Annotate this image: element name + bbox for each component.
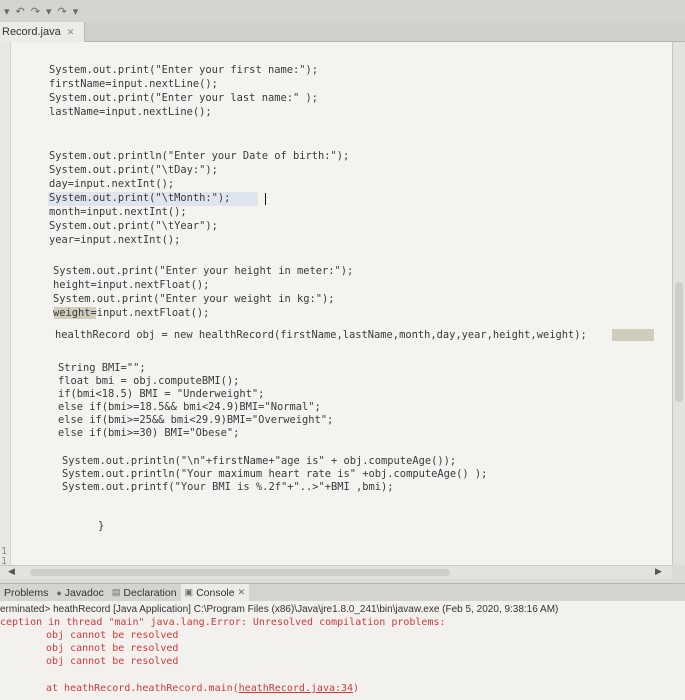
console-stack-trace: at heathRecord.heathRecord.main(heathRec… [46,683,359,695]
code-line: healthRecord obj = new healthRecord(firs… [55,329,587,341]
javadoc-icon: ● [56,587,62,598]
editor-tab-bar: Record.java ✕ [0,22,685,42]
forward-icon[interactable]: ↷ [31,5,40,18]
tab-problems[interactable]: Problems [0,584,52,602]
tab-javadoc[interactable]: ● Javadoc [52,584,108,602]
code-line: System.out.print("Enter your weight in k… [53,293,335,305]
dropdown-arrow-icon[interactable]: ▾ [4,5,10,18]
console-error-line: obj cannot be resolved [46,643,179,654]
close-icon[interactable]: ✕ [238,587,246,598]
stack-trace-text: at heathRecord.heathRecord.main( [46,683,239,694]
horizontal-scrollbar[interactable]: ◀ ▶ [0,565,672,579]
scroll-left-icon[interactable]: ◀ [8,566,15,577]
tab-declaration[interactable]: ▤ Declaration [108,584,181,602]
code-line: System.out.printf("Your BMI is %.2f"+"..… [62,481,394,493]
back-icon[interactable]: ↶ [16,5,25,18]
tab-problems-label: Problems [4,586,49,599]
code-line: firstName=input.nextLine(); [49,78,218,90]
tab-console-label: Console [196,586,235,599]
code-line: System.out.print("Enter your last name:"… [49,92,318,104]
scrollbar-thumb[interactable] [30,569,450,576]
dropdown-arrow-icon[interactable]: ▾ [46,5,52,18]
code-line: month=input.nextInt(); [49,206,187,218]
code-line: System.out.print("Enter your first name:… [49,64,318,76]
line-number: 1 [1,556,8,565]
tab-console[interactable]: ▣ Console ✕ [180,583,250,602]
code-line: else if(bmi>=25&& bmi<29.9)BMI="Overweig… [58,414,334,426]
tab-javadoc-label: Javadoc [64,586,104,599]
code-line: else if(bmi>=18.5&& bmi<24.9)BMI="Normal… [58,401,321,413]
text-caret [265,193,266,205]
code-line: day=input.nextInt(); [49,178,175,190]
tab-declaration-label: Declaration [123,586,177,599]
code-line: } [98,520,105,532]
close-icon[interactable]: ✕ [67,27,75,38]
forward-icon[interactable]: ↷ [58,5,67,18]
stack-trace-text: ) [353,683,360,694]
occurrence-highlight [612,329,654,341]
console-error-line: obj cannot be resolved [46,630,179,641]
console-view-tabs: Problems ● Javadoc ▤ Declaration ▣ Conso… [0,583,685,602]
console-error-line: obj cannot be resolved [46,656,179,667]
editor-tab-record-java[interactable]: Record.java ✕ [0,22,86,42]
code-line: float bmi = obj.computeBMI(); [58,375,240,387]
console-error-line: ception in thread "main" java.lang.Error… [0,617,446,628]
line-gutter: 1 1 [0,42,11,565]
vertical-scrollbar[interactable] [672,42,685,565]
toolbar: ▾ ↶ ↷ ▾ ↷ ▾ [0,0,685,22]
code-line: year=input.nextInt(); [49,234,181,246]
console-status: erminated> heathRecord [Java Application… [0,604,559,615]
code-line: System.out.print("\tDay:"); [49,164,218,176]
stack-trace-link[interactable]: heathRecord.java:34 [239,683,353,694]
code-line: lastName=input.nextLine(); [49,106,212,118]
code-line: if(bmi<18.5) BMI = "Underweight"; [58,388,265,400]
console-icon: ▣ [184,587,194,597]
code-line: weight=input.nextFloat(); [53,307,210,319]
code-line: else if(bmi>=30) BMI="Obese"; [58,427,240,439]
scroll-right-icon[interactable]: ▶ [655,566,662,577]
code-line: System.out.print("\tYear"); [49,220,218,232]
code-line: String BMI=""; [58,362,146,374]
editor-tab-label: Record.java [2,26,61,38]
code-line: height=input.nextFloat(); [53,279,210,291]
code-editor[interactable]: 1 1 System.out.print("Enter your first n… [0,42,672,565]
code-line: System.out.println("\n"+firstName+"age i… [62,455,457,467]
code-line: System.out.print("Enter your height in m… [53,265,354,277]
code-line: System.out.println("Your maximum heart r… [62,468,488,480]
code-line: System.out.println("Enter your Date of b… [49,150,350,162]
declaration-icon: ▤ [111,587,121,597]
dropdown-arrow-icon[interactable]: ▾ [73,5,79,18]
code-line: System.out.print("\tMonth:"); [49,192,231,204]
console-output[interactable]: erminated> heathRecord [Java Application… [0,601,685,700]
scrollbar-thumb[interactable] [675,282,683,402]
